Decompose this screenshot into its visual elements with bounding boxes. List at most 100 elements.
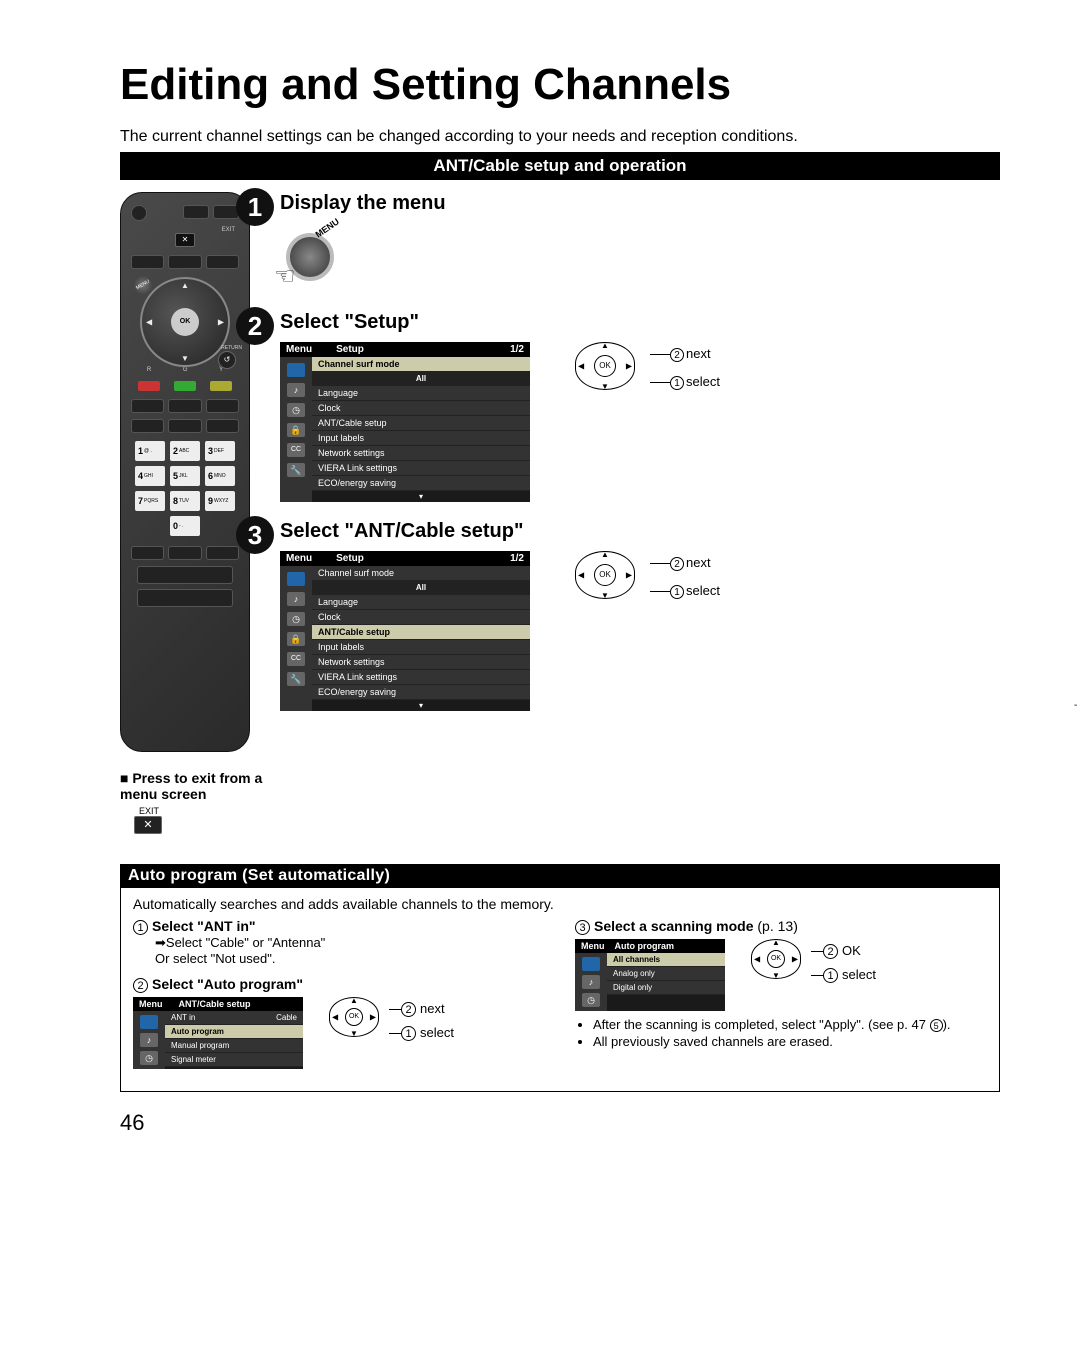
- remote-color-label-g: G: [183, 367, 188, 373]
- remote-return-label: RETURN: [221, 345, 242, 351]
- page-title: Editing and Setting Channels: [120, 60, 1000, 110]
- osd-item: ANT/Cable setup: [312, 416, 530, 431]
- osd-tab-label: Auto program: [615, 941, 675, 951]
- exit-note-button: ✕: [134, 816, 162, 834]
- navpad-ok: OK: [767, 950, 785, 968]
- nav-next-label: 2next: [650, 555, 720, 571]
- osd-item: Network settings: [312, 655, 530, 670]
- osd-item: Manual program: [165, 1039, 303, 1053]
- navpad-ok: OK: [594, 564, 616, 586]
- osd-menu-substep3: Menu Auto program ♪ ◷ All channelsAnalog…: [575, 939, 725, 1011]
- picture-icon: [582, 957, 600, 971]
- osd-more-icon: ▾: [312, 700, 530, 711]
- remote-number-pad: 1@ .2ABC3DEF4GHI5JKL6MNO7PQRS8TUV9WXYZ0-…: [135, 441, 235, 536]
- substep-3-bullets: After the scanning is completed, select …: [593, 1017, 987, 1049]
- step-2-title: Select "Setup": [280, 311, 1000, 334]
- step-1-title: Display the menu: [280, 192, 1000, 215]
- exit-note-label: EXIT: [134, 806, 164, 816]
- osd-page-label: 1/2: [510, 344, 524, 355]
- navpad-diagram: ▲▼◀▶ OK: [560, 551, 650, 599]
- timer-icon: ◷: [287, 403, 305, 417]
- timer-icon: ◷: [140, 1051, 158, 1065]
- substep-3-title-b: (p. 13): [757, 918, 797, 934]
- step-3-badge: 3: [236, 516, 274, 554]
- remote-key-3: 3DEF: [205, 441, 235, 461]
- osd-item: Network settings: [312, 446, 530, 461]
- remote-key-8: 8TUV: [170, 491, 200, 511]
- substep-3: 3Select a scanning mode (p. 13) Menu Aut…: [575, 918, 987, 1049]
- nav-select-label: 1select: [650, 583, 720, 599]
- step-1-badge: 1: [236, 188, 274, 226]
- step-2: 2 Select "Setup" Menu Setup 1/2 ♪: [280, 311, 1000, 502]
- osd-item: Language: [312, 595, 530, 610]
- osd-menu-label: Menu: [581, 941, 605, 951]
- osd-item: All: [312, 581, 530, 595]
- navpad-diagram: ▲▼◀▶ OK: [319, 997, 389, 1037]
- intro-text: The current channel settings can be chan…: [120, 128, 1000, 146]
- menu-button-label: MENU: [313, 216, 340, 239]
- remote-exit-button: ✕: [175, 233, 195, 247]
- step-2-badge: 2: [236, 307, 274, 345]
- osd-menu-label: Menu: [139, 999, 163, 1009]
- bullet-item: All previously saved channels are erased…: [593, 1034, 987, 1049]
- remote-menu-button: MENU: [131, 273, 156, 298]
- substep-2-title: Select "Auto program": [152, 976, 303, 992]
- osd-more-icon: ▾: [312, 491, 530, 502]
- remote-key-9: 9WXYZ: [205, 491, 235, 511]
- navpad-diagram: ▲▼◀▶ OK: [560, 342, 650, 390]
- remote-key-4: 4GHI: [135, 466, 165, 486]
- lock-icon: [287, 632, 305, 646]
- timer-icon: ◷: [287, 612, 305, 626]
- page-number: 46: [120, 1110, 1000, 1136]
- osd-item: ANT inCable: [165, 1011, 303, 1025]
- substep-1-line2: Or select "Not used".: [155, 951, 276, 966]
- exit-note: ■ Press to exit from a menu screen EXIT …: [120, 770, 270, 834]
- exit-note-heading: ■ Press to exit from a menu screen: [120, 770, 270, 802]
- audio-icon: ♪: [582, 975, 600, 989]
- osd-menu-step2: Menu Setup 1/2 ♪ ◷ CC 🔧: [280, 342, 530, 502]
- remote-return-button: ↺: [218, 351, 236, 369]
- bullet-item: After the scanning is completed, select …: [593, 1017, 987, 1032]
- setup-icon: 🔧: [287, 463, 305, 477]
- audio-icon: ♪: [287, 383, 305, 397]
- remote-control-illustration: EXIT ✕ MENU ▲▼ ◀▶ OK RETURN ↺ R G Y: [120, 192, 250, 752]
- remote-key-1: 1@ .: [135, 441, 165, 461]
- section-header-autoprogram: Auto program (Set automatically): [120, 864, 1000, 888]
- osd-tab-label: Setup: [336, 344, 364, 355]
- step-1: 1 Display the menu MENU ☜: [280, 192, 1000, 293]
- remote-key-2: 2ABC: [170, 441, 200, 461]
- lock-icon: [287, 423, 305, 437]
- osd-menu-label: Menu: [286, 344, 312, 355]
- crop-mark: -: [1074, 700, 1080, 710]
- remote-key-7: 7PQRS: [135, 491, 165, 511]
- osd-item: All channels: [607, 953, 725, 967]
- osd-item: ECO/energy saving: [312, 685, 530, 700]
- osd-item: Auto program: [165, 1025, 303, 1039]
- osd-menu-label: Menu: [286, 553, 312, 564]
- osd-item: Clock: [312, 610, 530, 625]
- osd-item: Input labels: [312, 431, 530, 446]
- remote-green-button: [174, 381, 196, 391]
- osd-menu-substep2: Menu ANT/Cable setup ♪ ◷ ANT inCableAuto…: [133, 997, 303, 1069]
- remote-red-button: [138, 381, 160, 391]
- substep-1-title: Select "ANT in": [152, 918, 256, 934]
- navpad-diagram: ▲▼◀▶ OK: [741, 939, 811, 979]
- osd-item: Clock: [312, 401, 530, 416]
- nav-next-label: 2next: [650, 346, 720, 362]
- remote-color-label-r: R: [147, 367, 151, 373]
- osd-item: ECO/energy saving: [312, 476, 530, 491]
- osd-item: VIERA Link settings: [312, 461, 530, 476]
- osd-page-label: 1/2: [510, 553, 524, 564]
- picture-icon: [140, 1015, 158, 1029]
- substep-2: 2Select "Auto program" Menu ANT/Cable se…: [133, 976, 545, 1069]
- osd-item: All: [312, 372, 530, 386]
- osd-item: Analog only: [607, 967, 725, 981]
- nav-select-label: 1select: [389, 1025, 454, 1041]
- auto-program-desc: Automatically searches and adds availabl…: [133, 896, 987, 912]
- remote-ok-button: OK: [171, 308, 199, 336]
- nav-next-label: 2next: [389, 1001, 454, 1017]
- remote-yellow-button: [210, 381, 232, 391]
- osd-item: Digital only: [607, 981, 725, 995]
- picture-icon: [287, 363, 305, 377]
- cc-icon: CC: [287, 443, 305, 457]
